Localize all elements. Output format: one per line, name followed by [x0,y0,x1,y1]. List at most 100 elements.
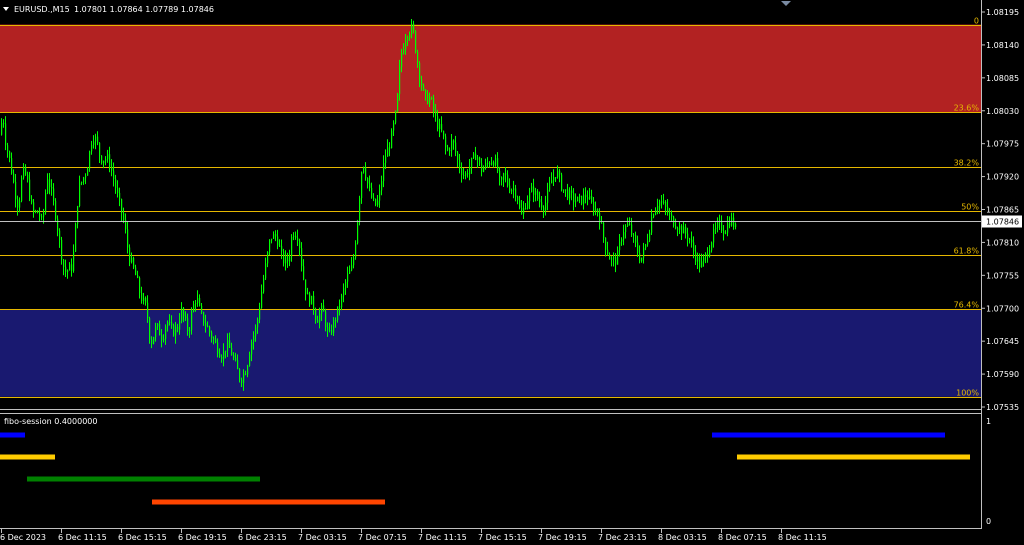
candle-body [105,159,107,161]
candle-body [43,212,45,217]
candle-body [367,177,369,184]
candle-body [375,199,377,206]
candle-body [189,330,191,332]
candle-body [455,142,457,153]
candle-body [681,225,683,234]
candle-body [309,293,311,305]
candle-body [109,154,111,167]
time-tick-label: 7 Dec 15:15 [478,533,527,542]
candle-body [93,141,95,145]
candle-body [677,228,679,230]
candle-body [701,261,703,268]
candle-body [645,244,647,248]
candle-body [663,201,665,203]
time-tick-label: 6 Dec 19:15 [178,533,227,542]
candle-body [51,187,53,189]
candle-body [717,221,719,228]
candle-body [667,206,669,213]
candle-body [497,158,499,171]
candle-body [675,226,677,229]
candle-body [331,330,333,333]
candle-body [3,122,5,124]
candle-body [493,162,495,166]
candle-body [567,189,569,199]
candle-body [699,257,701,268]
candle-body [393,122,395,131]
candle-body [123,213,125,220]
candle-body [343,288,345,296]
candle-body [577,196,579,202]
candle-body [649,232,651,241]
candle-body [237,360,239,370]
candle-body [363,167,365,173]
candle-body [585,194,587,198]
candle-body [611,258,613,260]
candle-body [267,251,269,264]
candle-body [317,319,319,323]
candle-body [513,188,515,191]
candle-body [57,218,59,231]
candle-body [323,305,325,312]
candle-body [417,51,419,63]
candle-body [103,160,105,164]
chart-window[interactable]: 0 23.6% 38.2% 50% 61.8% 76.4% 100% 1.08195 1.08… [0,0,1024,545]
candle-body [399,66,401,95]
candle-body [25,166,27,175]
candle-body [661,201,663,203]
candle-body [41,216,43,218]
candle-body [5,123,7,146]
candle-body [415,31,417,52]
candle-body [471,157,473,167]
candle-body [239,369,241,380]
candle-body [687,233,689,239]
candle-body [553,177,555,181]
candle-body [685,226,687,234]
candle-body [597,208,599,213]
candle-body [65,266,67,273]
candle-body [549,183,551,190]
candle-body [157,323,159,327]
candle-body [557,170,559,178]
candle-body [481,163,483,172]
candle-body [427,93,429,104]
candle-body [151,339,153,344]
candle-body [655,209,657,215]
candle-body [39,213,41,217]
candle-body [301,248,303,267]
price-tick-label: 1.07975 [986,140,1019,149]
candle-body [429,97,431,104]
candle-body [631,224,633,235]
candle-body [579,195,581,197]
candle-body [139,277,141,293]
candle-body [381,181,383,191]
candle-body [145,297,147,303]
candle-body [637,242,639,253]
candle-body [111,166,113,171]
candle-body [45,193,47,213]
candle-body [457,152,459,160]
candle-body [721,220,723,231]
candle-body [173,325,175,336]
time-tick-label: 8 Dec 11:15 [778,533,827,542]
candle-body [259,307,261,320]
candle-body [665,201,667,207]
candle-body [447,147,449,150]
indicator-scale-bottom: 0 [986,517,991,526]
candle-body [723,230,725,234]
candle-body [483,167,485,172]
candle-body [229,340,231,348]
candle-body [277,236,279,246]
candle-body [729,223,731,226]
candle-body [623,232,625,240]
candle-body [543,207,545,211]
candle-body [377,200,379,206]
candle-body [511,190,513,192]
candle-body [621,239,623,242]
candle-body [555,177,557,179]
time-tick-label: 8 Dec 07:15 [718,533,767,542]
candle-body [101,155,103,164]
candle-body [539,198,541,203]
candle-body [705,253,707,258]
candle-body [411,23,413,35]
candle-body [709,250,711,257]
